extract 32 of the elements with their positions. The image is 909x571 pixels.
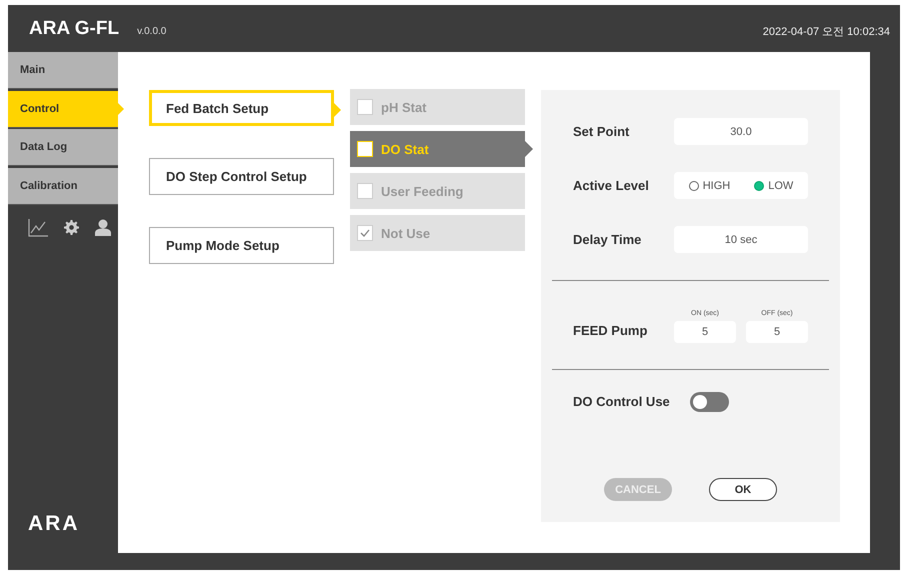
sidebar-item[interactable]: Data Log [8, 129, 118, 166]
field-label: Delay Time [573, 232, 642, 247]
input-field[interactable]: 10 sec [674, 226, 808, 253]
field-label: Active Level [573, 178, 650, 193]
user-icon[interactable] [95, 219, 111, 236]
checkbox[interactable] [357, 99, 373, 115]
checkbox[interactable] [357, 183, 373, 199]
check-icon [360, 229, 370, 237]
field-label: FEED Pump [573, 323, 648, 338]
chart-icon[interactable] [28, 218, 48, 237]
pointer-icon [525, 141, 533, 157]
setup-menu-button[interactable]: DO Step Control Setup [149, 158, 334, 195]
setup-menu-button[interactable]: Pump Mode Setup [149, 227, 334, 264]
toggle-switch[interactable] [690, 392, 729, 412]
input-field[interactable]: 30.0 [674, 118, 808, 145]
input-field[interactable]: 5 [746, 321, 808, 343]
brand-logo: ARA [28, 512, 80, 536]
ok-button[interactable]: OK [709, 478, 777, 501]
radio-option[interactable]: LOW [754, 180, 794, 192]
sidebar-item[interactable]: Calibration [8, 168, 118, 206]
pointer-icon [333, 102, 341, 118]
input-field[interactable]: 5 [674, 321, 736, 343]
field-label: DO Control Use [573, 394, 670, 409]
checkbox[interactable] [357, 141, 373, 157]
checkbox[interactable] [357, 225, 373, 241]
datetime-label: 2022-04-07 오전 10:02:34 [762, 25, 890, 39]
field-label: Set Point [573, 124, 630, 139]
app-title: ARA G-FL [29, 18, 120, 40]
version-label: v.0.0.0 [137, 26, 166, 37]
sidebar-item[interactable]: Main [8, 52, 118, 89]
settings-icon[interactable] [64, 220, 79, 236]
radio-option[interactable]: HIGH [688, 180, 730, 192]
